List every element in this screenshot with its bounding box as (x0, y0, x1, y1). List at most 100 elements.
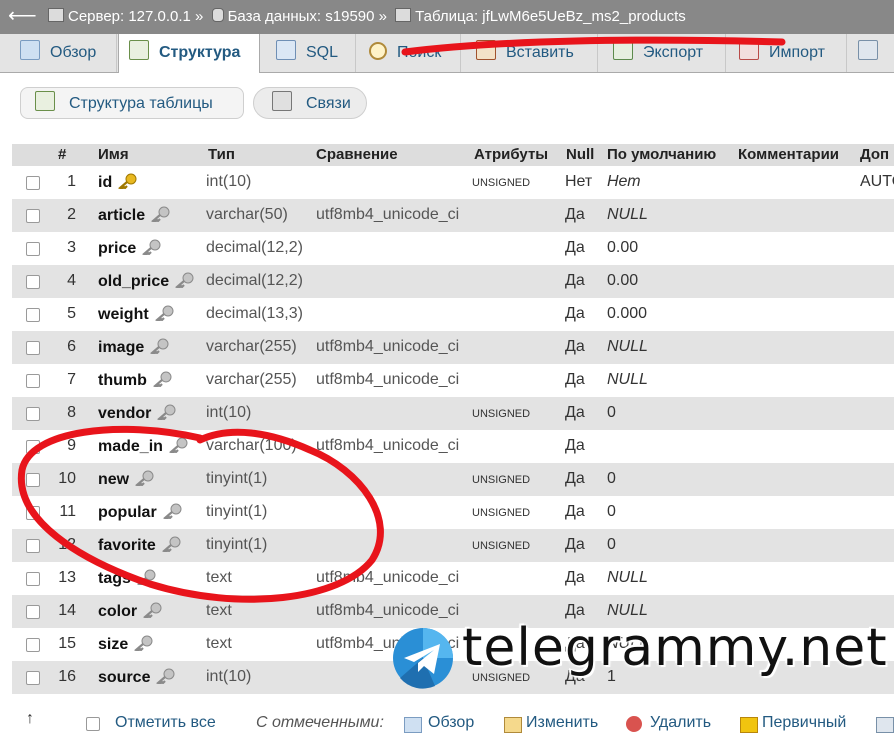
table-structure-label: Структура таблицы (69, 95, 213, 112)
field-default: 0.00 (607, 239, 638, 257)
primary-selected-button[interactable]: Первичный (762, 714, 846, 732)
tab-insert[interactable]: Вставить (462, 34, 598, 72)
table-row: 5 weight decimal(13,3) Да 0.000 (12, 298, 894, 331)
row-checkbox[interactable] (26, 539, 40, 553)
row-checkbox[interactable] (26, 275, 40, 289)
row-number: 6 (46, 338, 76, 356)
field-name[interactable]: popular (98, 503, 182, 522)
field-name[interactable]: size (98, 635, 153, 654)
row-checkbox[interactable] (26, 407, 40, 421)
relations-label: Связи (306, 95, 351, 112)
field-name[interactable]: thumb (98, 371, 172, 390)
row-checkbox[interactable] (26, 572, 40, 586)
field-name[interactable]: color (98, 602, 162, 621)
field-default: 0 (607, 470, 616, 488)
field-name[interactable]: article (98, 206, 170, 225)
field-name[interactable]: made_in (98, 437, 188, 456)
row-checkbox[interactable] (26, 176, 40, 190)
row-checkbox[interactable] (26, 341, 40, 355)
col-comments[interactable]: Комментарии (738, 146, 839, 163)
row-checkbox[interactable] (26, 440, 40, 454)
field-name[interactable]: price (98, 239, 161, 258)
field-name[interactable]: old_price (98, 272, 194, 291)
row-number-text: 11 (59, 503, 76, 520)
row-checkbox[interactable] (26, 308, 40, 322)
field-name-text: new (98, 471, 130, 488)
row-number: 8 (46, 404, 76, 422)
field-name[interactable]: image (98, 338, 169, 357)
row-number-text: 6 (67, 338, 76, 355)
field-default: 0.00 (607, 272, 638, 290)
field-name[interactable]: weight (98, 305, 174, 324)
row-number: 4 (46, 272, 76, 290)
tab-browse[interactable]: Обзор (10, 34, 117, 72)
breadcrumb-table[interactable]: Таблица: jfLwM6e5UeBz_ms2_products (415, 8, 686, 25)
change-selected-button[interactable]: Изменить (526, 714, 598, 732)
key-icon (117, 173, 137, 191)
col-num[interactable]: # (58, 146, 66, 163)
drop-selected-button[interactable]: Удалить (650, 714, 711, 732)
col-collation[interactable]: Сравнение (316, 146, 398, 163)
check-all-link[interactable]: Отметить все (115, 714, 216, 732)
breadcrumb-server[interactable]: Сервер: 127.0.0.1 » (68, 8, 203, 25)
row-checkbox[interactable] (26, 209, 40, 223)
field-name[interactable]: id (98, 173, 137, 192)
tab-import[interactable]: Импорт (727, 34, 847, 72)
col-null[interactable]: Null (566, 146, 594, 163)
tab-operations[interactable] (848, 34, 894, 72)
field-null-text: Да (565, 437, 585, 454)
field-name[interactable]: vendor (98, 404, 176, 423)
tab-search[interactable]: Поиск (357, 34, 461, 72)
field-name-text: image (98, 339, 145, 356)
field-name[interactable]: favorite (98, 536, 181, 555)
field-type: text (206, 569, 232, 587)
table-row: 13 tags text utf8mb4_unicode_ci Да NULL (12, 562, 894, 595)
col-default[interactable]: По умолчанию (607, 146, 716, 163)
row-checkbox[interactable] (26, 638, 40, 652)
row-number-text: 13 (58, 569, 76, 586)
field-name[interactable]: source (98, 668, 175, 687)
row-number: 2 (46, 206, 76, 224)
tab-export[interactable]: Экспорт (599, 34, 726, 72)
row-number-text: 12 (58, 536, 76, 553)
col-type[interactable]: Тип (208, 146, 235, 163)
row-checkbox[interactable] (26, 506, 40, 520)
table-row: 8 vendor int(10) UNSIGNED Да 0 (12, 397, 894, 430)
arrow-up-icon: ↑ (26, 710, 34, 727)
field-attributes-text: UNSIGNED (472, 540, 531, 552)
field-name[interactable]: new (98, 470, 154, 489)
row-number: 7 (46, 371, 76, 389)
field-null-text: Да (565, 338, 585, 355)
table-structure-button[interactable]: Структура таблицы (20, 87, 244, 119)
back-arrow-icon[interactable]: ⟵ (8, 3, 37, 28)
tab-sql[interactable]: SQL (262, 34, 356, 72)
field-name-text: weight (98, 306, 149, 323)
row-checkbox[interactable] (26, 374, 40, 388)
row-checkbox[interactable] (26, 473, 40, 487)
field-null: Да (565, 206, 585, 224)
field-name-text: made_in (98, 438, 163, 455)
col-name[interactable]: Имя (98, 146, 129, 163)
field-type: tinyint(1) (206, 470, 267, 488)
field-default: 0 (607, 536, 616, 554)
tab-structure[interactable]: Структура (118, 34, 260, 73)
relations-icon (272, 91, 292, 111)
breadcrumb-database[interactable]: База данных: s19590 » (228, 8, 387, 25)
key-icon (174, 272, 194, 290)
row-checkbox[interactable] (26, 671, 40, 685)
relations-button[interactable]: Связи (253, 87, 367, 119)
row-checkbox[interactable] (26, 242, 40, 256)
insert-icon (476, 40, 496, 60)
table-row: 12 favorite tinyint(1) UNSIGNED Да 0 (12, 529, 894, 562)
col-extra[interactable]: Доп (860, 146, 889, 163)
col-attributes[interactable]: Атрибуты (474, 146, 548, 163)
field-type-text: int(10) (206, 668, 252, 685)
row-checkbox[interactable] (26, 605, 40, 619)
server-icon (48, 8, 64, 22)
browse-selected-button[interactable]: Обзор (428, 714, 474, 732)
field-name[interactable]: tags (98, 569, 156, 588)
key-icon (134, 470, 154, 488)
field-default: NULL (607, 371, 648, 389)
field-default: Нет (607, 173, 641, 191)
field-null: Да (565, 569, 585, 587)
